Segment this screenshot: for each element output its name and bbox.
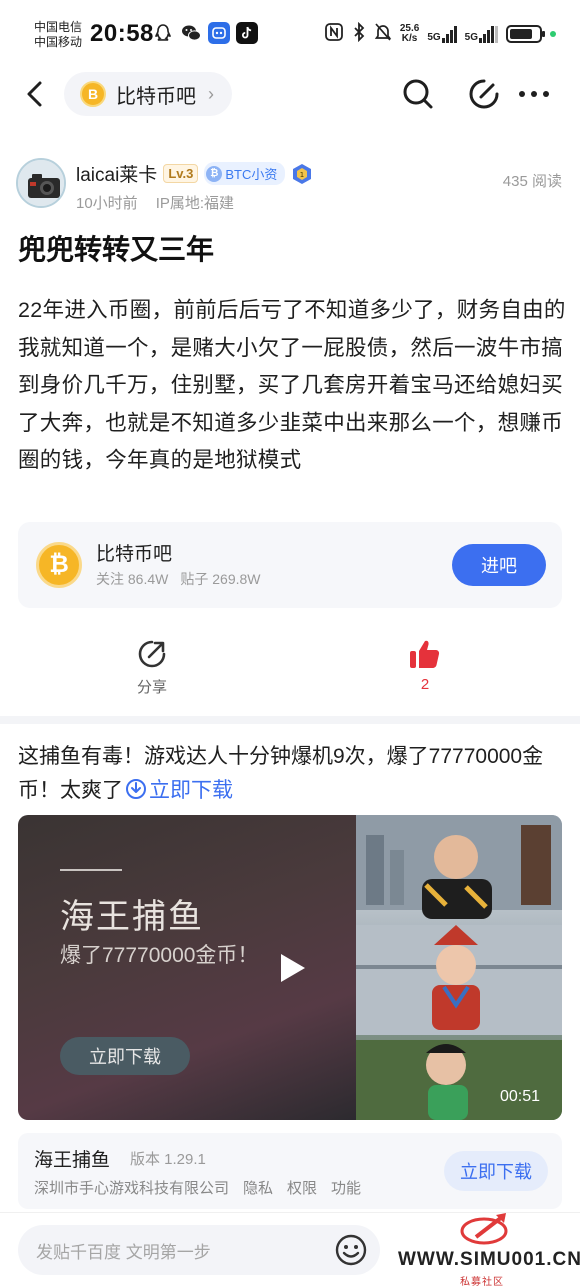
- forum-posts: 贴子 269.8W: [180, 571, 261, 587]
- ad-video[interactable]: 海王捕鱼 爆了77770000金币！ 立即下载 00:51: [18, 815, 562, 1120]
- bottom-bar: 发贴千百度 文明第一步 WWW.SIMU001.CN 私募社区: [0, 1212, 580, 1288]
- back-arrow-icon: [27, 81, 42, 107]
- privacy-link[interactable]: 隐私: [243, 1177, 273, 1198]
- like-button[interactable]: 2: [408, 638, 442, 693]
- notification-icons: [152, 22, 258, 44]
- download-circle-icon: [126, 779, 146, 799]
- app-info-card: 海王捕鱼 版本 1.29.1 深圳市手心游戏科技有限公司 隐私 权限 功能 立即…: [18, 1133, 562, 1209]
- watermark-sub: 私募社区: [460, 1277, 504, 1288]
- share-icon: [138, 640, 166, 668]
- status-bar: 中国电信 中国移动 20:58 25.6 K/s 5G 5G: [0, 0, 580, 64]
- post-title: 兜兜转转又三年: [18, 234, 215, 265]
- app-download-button[interactable]: 立即下载: [444, 1151, 548, 1191]
- post-meta: 10小时前 IP属地:福建: [76, 192, 234, 213]
- ad-download-link[interactable]: 立即下载: [123, 779, 233, 802]
- network-speed: 25.6 K/s: [399, 22, 420, 44]
- nfc-icon: [324, 22, 344, 45]
- level-badge: Lv.3: [163, 164, 199, 183]
- reply-input[interactable]: 发贴千百度 文明第一步: [18, 1225, 380, 1275]
- forum-card-name: 比特币吧: [96, 544, 173, 565]
- bitcoin-logo-icon: ₿: [36, 542, 82, 588]
- tieba-app-icon: [208, 22, 230, 44]
- author-name[interactable]: laicai莱卡: [76, 160, 157, 187]
- carrier-1: 中国电信: [34, 20, 83, 34]
- search-button[interactable]: [398, 74, 438, 114]
- app-developer: 深圳市手心游戏科技有限公司: [34, 1180, 230, 1197]
- qq-icon: [152, 22, 174, 44]
- signal-bars-icon: [441, 25, 457, 43]
- title-tag: ₿ BTC小资: [204, 162, 286, 185]
- enter-forum-button[interactable]: 进吧: [452, 544, 546, 586]
- title-tag-label: BTC小资: [225, 167, 278, 182]
- app-version: 版本 1.29.1: [130, 1151, 206, 1168]
- signal-1: 5G: [427, 25, 457, 43]
- app-developer-row: 深圳市手心游戏科技有限公司 隐私 权限 功能: [34, 1177, 361, 1198]
- ip-location: IP属地:福建: [155, 195, 235, 212]
- carrier-2: 中国移动: [34, 35, 83, 49]
- net-type-2: 5G: [464, 31, 478, 43]
- ad-people-image: [356, 815, 562, 1120]
- permissions-link[interactable]: 权限: [287, 1177, 317, 1198]
- bitcoin-badge-icon: ₿: [206, 165, 223, 182]
- more-button[interactable]: [514, 74, 554, 114]
- compose-button[interactable]: [464, 74, 504, 114]
- section-divider: [0, 716, 580, 724]
- forum-stats: 关注 86.4W 贴子 269.8W: [96, 569, 261, 589]
- play-icon[interactable]: [272, 949, 310, 987]
- features-link[interactable]: 功能: [331, 1177, 361, 1198]
- emoji-icon[interactable]: [334, 1233, 368, 1267]
- battery-icon: [506, 24, 545, 43]
- ad-copy: 这捕鱼有毒！游戏达人十分钟爆机9次，爆了77770000金币！太爽了: [18, 745, 544, 802]
- post-time: 10小时前: [76, 195, 138, 212]
- video-duration: 00:51: [499, 1088, 540, 1105]
- mute-bell-icon: [374, 22, 392, 45]
- net-type-1: 5G: [427, 31, 441, 43]
- clock: 20:58: [90, 20, 154, 47]
- share-label: 分享: [136, 679, 167, 696]
- share-button[interactable]: 分享: [136, 638, 168, 697]
- carrier-info: 中国电信 中国移动: [34, 20, 82, 50]
- tiktok-icon: [236, 22, 258, 44]
- signal-bars-icon: [479, 25, 498, 43]
- bluetooth-icon: [352, 21, 366, 45]
- read-count: 435 阅读: [502, 173, 562, 190]
- forum-pill-button[interactable]: B 比特币吧 ›: [64, 72, 232, 116]
- more-dots-icon: [519, 91, 549, 97]
- chevron-right-icon: ›: [208, 83, 214, 104]
- watermark-logo-icon: [460, 1213, 508, 1245]
- ad-video-title: 海王捕鱼: [60, 898, 204, 936]
- medal-icon: 1: [293, 163, 312, 184]
- thumbs-up-icon: [410, 640, 440, 668]
- search-icon: [403, 79, 433, 109]
- ad-link-label: 立即下载: [149, 779, 233, 802]
- avatar-camera-image: [18, 160, 64, 206]
- ad-video-download-button[interactable]: 立即下载: [60, 1037, 190, 1075]
- like-count: 2: [420, 676, 430, 693]
- signal-2: 5G: [465, 25, 498, 43]
- post-body: 22年进入币圈，前前后后亏了不知道多少了，财务自由的我就知道一个，是赌大小欠了一…: [18, 298, 566, 472]
- ad-text[interactable]: 这捕鱼有毒！游戏达人十分钟爆机9次，爆了77770000金币！太爽了 立即下载: [18, 740, 566, 808]
- watermark-site: WWW.SIMU001.CN: [398, 1249, 580, 1270]
- wechat-icon: [180, 22, 202, 44]
- forum-card[interactable]: ₿ 比特币吧 关注 86.4W 贴子 269.8W 进吧: [18, 522, 562, 608]
- speed-value: 25.6: [399, 22, 420, 34]
- ad-decor-line: [60, 869, 122, 871]
- ad-video-subtitle: 爆了77770000金币！: [60, 944, 259, 967]
- svg-text:1: 1: [300, 171, 304, 179]
- app-name: 海王捕鱼: [34, 1150, 111, 1171]
- ad-video-people-panel: [356, 815, 562, 1120]
- forum-followers: 关注 86.4W: [96, 571, 169, 587]
- back-button[interactable]: [18, 76, 54, 112]
- speed-unit: K/s: [401, 32, 418, 44]
- edit-icon: [469, 79, 499, 109]
- avatar[interactable]: [16, 158, 66, 208]
- nav-bar: B 比特币吧 ›: [0, 64, 580, 124]
- bitcoin-icon: B: [80, 81, 106, 107]
- watermark: WWW.SIMU001.CN 私募社区: [398, 1213, 580, 1288]
- forum-name: 比特币吧: [116, 85, 196, 108]
- privacy-dot: [550, 30, 556, 37]
- system-status: 25.6 K/s 5G 5G: [324, 21, 556, 45]
- author-row: laicai莱卡 Lv.3 ₿ BTC小资 1: [76, 160, 313, 187]
